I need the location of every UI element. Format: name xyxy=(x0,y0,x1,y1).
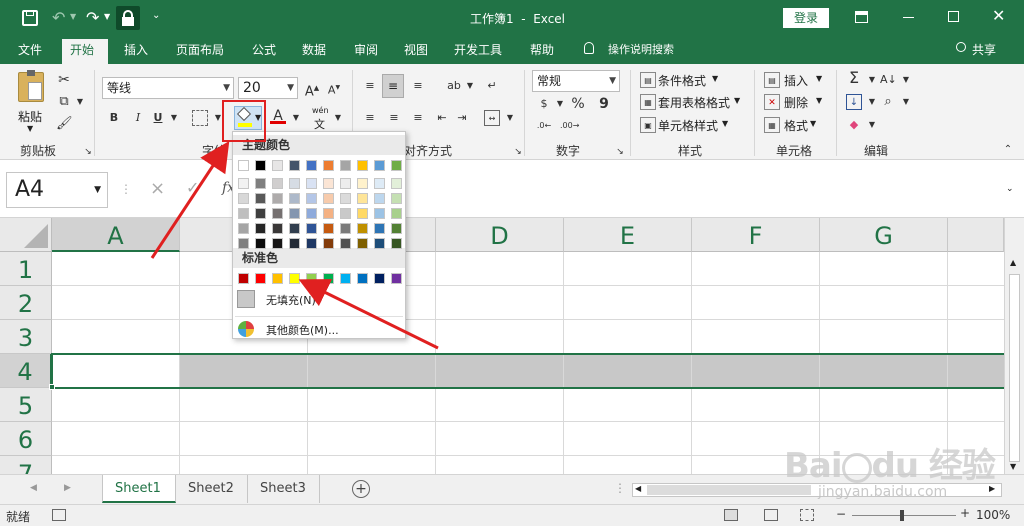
baidu-watermark-url: jingyan.baidu.com xyxy=(818,484,948,500)
annotation-arrow-to-button xyxy=(150,140,230,259)
annotation-arrow-to-yellow xyxy=(298,279,439,350)
baidu-watermark-logo: Bai du 经验 xyxy=(784,446,996,486)
